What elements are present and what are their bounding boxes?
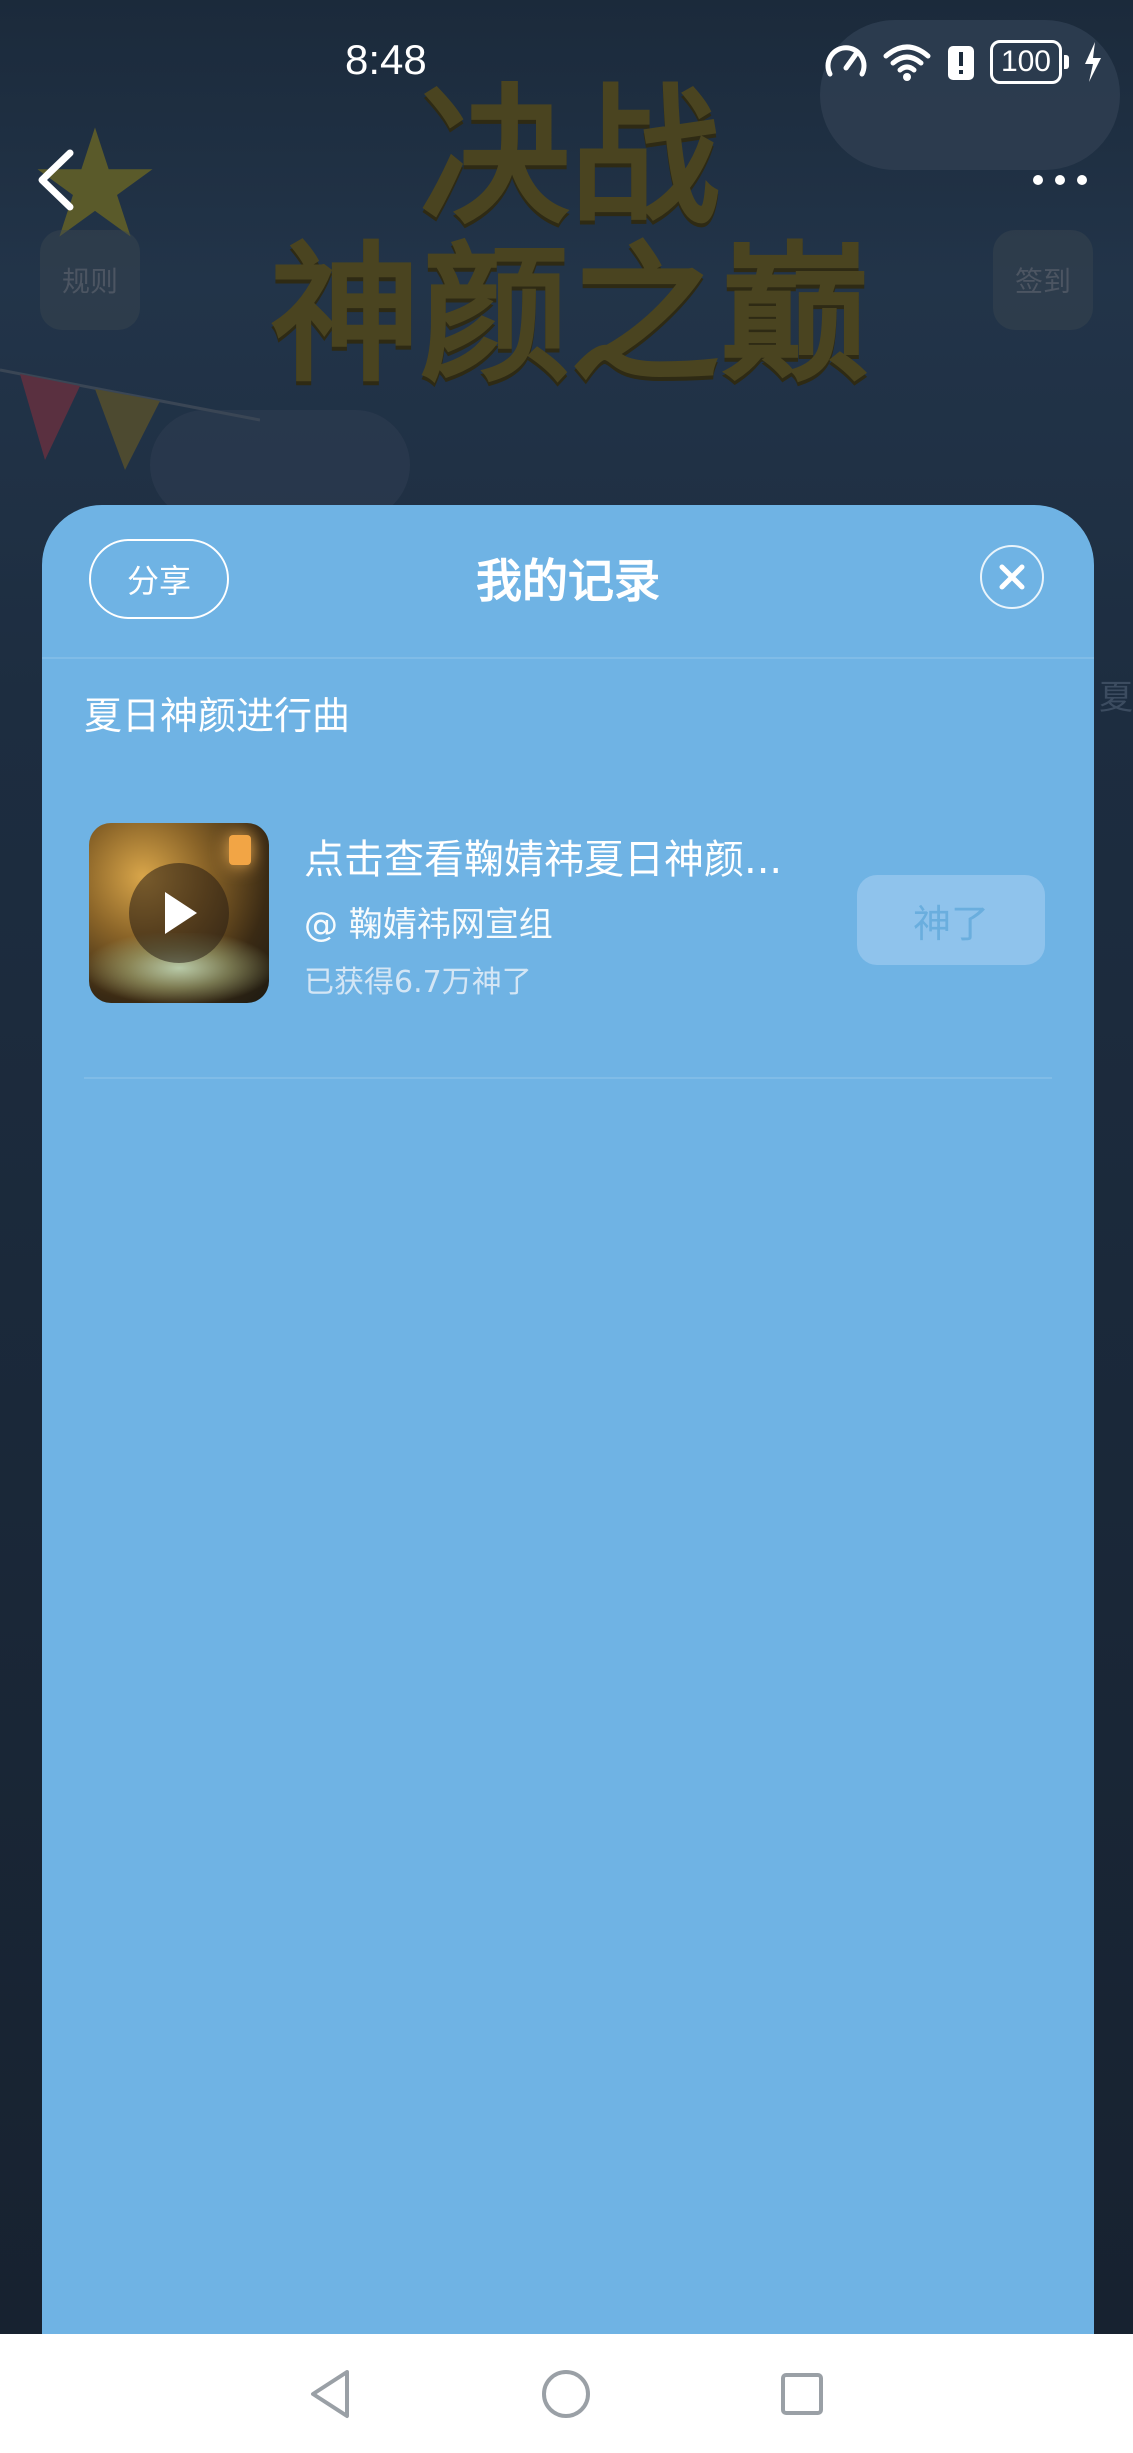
wifi-icon	[883, 44, 931, 81]
nav-home-button[interactable]	[536, 2364, 596, 2424]
system-navigation-bar	[0, 2334, 1133, 2453]
video-thumbnail[interactable]	[89, 823, 269, 1003]
alert-sim-icon	[947, 46, 974, 80]
modal-title: 我的记录	[476, 554, 660, 608]
section-title: 夏日神颜进行曲	[84, 694, 351, 738]
list-item[interactable]: 点击查看鞠婧祎夏日神颜... @ 鞠婧祎网宣组 已获得6.7万神了 神了	[42, 815, 1094, 1005]
triangle-back-icon	[311, 2370, 349, 2418]
play-icon	[129, 863, 229, 963]
dot-icon	[1077, 175, 1087, 185]
close-button[interactable]	[980, 545, 1044, 609]
more-options-button[interactable]	[1010, 140, 1110, 220]
speedometer-icon	[825, 45, 867, 77]
item-title: 点击查看鞠婧祎夏日神颜...	[304, 837, 783, 883]
battery-level: 100	[989, 40, 1062, 84]
chevron-left-icon	[38, 149, 74, 211]
item-divider	[84, 1077, 1052, 1079]
close-icon	[999, 564, 1025, 590]
lamp-decoration	[229, 835, 251, 865]
circle-home-icon	[542, 2370, 590, 2418]
checkin-button: 签到	[993, 230, 1093, 330]
status-icons: 100	[824, 38, 1103, 86]
rules-button: 规则	[40, 230, 140, 330]
item-stats: 已获得6.7万神了	[304, 965, 532, 1000]
status-bar: 8:48 100	[0, 0, 1133, 130]
shen-le-button[interactable]: 神了	[857, 875, 1045, 965]
nav-back-button[interactable]	[300, 2364, 360, 2424]
nav-recents-button[interactable]	[772, 2364, 832, 2424]
status-time: 8:48	[345, 36, 427, 83]
charging-bolt-icon	[1085, 42, 1101, 82]
dot-icon	[1055, 175, 1065, 185]
square-recents-icon	[781, 2373, 823, 2415]
item-author: @ 鞠婧祎网宣组	[304, 905, 553, 945]
dot-icon	[1033, 175, 1043, 185]
header-divider	[42, 657, 1094, 659]
back-button[interactable]	[30, 145, 90, 215]
battery-icon: 100	[989, 40, 1069, 84]
my-records-modal: 分享 我的记录 夏日神颜进行曲 点击查看鞠婧祎夏日神颜... @ 鞠婧祎网宣组 …	[42, 505, 1094, 2334]
background-side-text: 夏	[1099, 678, 1133, 718]
